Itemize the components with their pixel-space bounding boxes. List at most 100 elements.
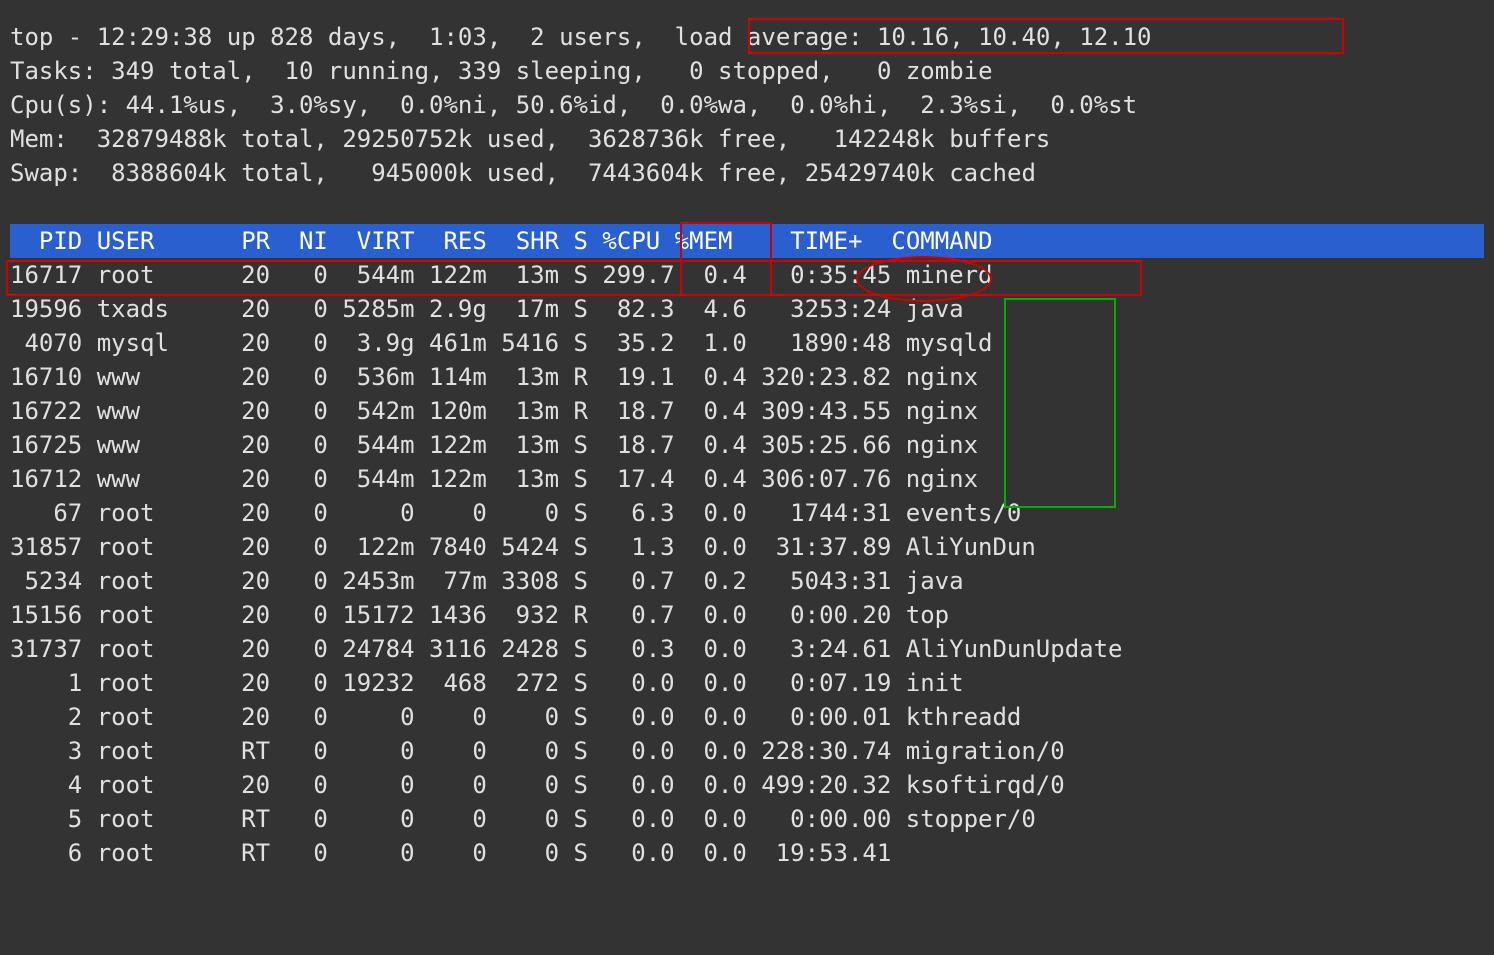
cell-state: R — [559, 360, 588, 394]
cell-pid: 5 — [10, 802, 82, 836]
cell-shr: 0 — [487, 836, 559, 870]
cell-command: nginx — [891, 360, 1122, 394]
cell-command: AliYunDunUpdate — [891, 632, 1122, 666]
cell-cpu: 1.3 — [588, 530, 675, 564]
cell-pr: RT — [227, 836, 270, 870]
cell-time: 309:43.55 — [747, 394, 891, 428]
cell-time: 1890:48 — [747, 326, 891, 360]
cell-pr: 20 — [227, 360, 270, 394]
cell-virt: 544m — [328, 462, 415, 496]
cell-ni: 0 — [270, 836, 328, 870]
process-row: 16722 www200542m120m13mR18.70.4309:43.55… — [10, 394, 1123, 428]
cell-time: 1744:31 — [747, 496, 891, 530]
cell-pr: 20 — [227, 292, 270, 326]
process-row: 2 root200000S0.00.00:00.01kthreadd — [10, 700, 1123, 734]
cell-user: root — [97, 598, 227, 632]
cell-command: java — [891, 564, 1122, 598]
process-row: 19596 txads2005285m2.9g17mS82.34.63253:2… — [10, 292, 1123, 326]
cell-command: minerd — [891, 258, 1122, 292]
cell-cpu: 0.7 — [588, 564, 675, 598]
cell-cpu: 19.1 — [588, 360, 675, 394]
cell-time: 0:00.00 — [747, 802, 891, 836]
cell-pid: 67 — [10, 496, 82, 530]
cell-ni: 0 — [270, 428, 328, 462]
cell-command: mysqld — [891, 326, 1122, 360]
cell-time: 0:07.19 — [747, 666, 891, 700]
cell-mem: 0.4 — [675, 428, 747, 462]
cell-mem: 1.0 — [675, 326, 747, 360]
cell-cpu: 0.0 — [588, 666, 675, 700]
cell-res: 0 — [415, 496, 487, 530]
cell-res: 122m — [415, 258, 487, 292]
cell-state: S — [559, 326, 588, 360]
cell-state: S — [559, 802, 588, 836]
cell-pid: 31737 — [10, 632, 82, 666]
cell-time: 228:30.74 — [747, 734, 891, 768]
cell-cpu: 35.2 — [588, 326, 675, 360]
cell-res: 122m — [415, 462, 487, 496]
process-table: 16717 root200544m122m13mS299.70.40:35:45… — [10, 258, 1123, 870]
cell-user: root — [97, 802, 227, 836]
cell-res: 114m — [415, 360, 487, 394]
cell-ni: 0 — [270, 734, 328, 768]
cell-state: R — [559, 598, 588, 632]
cell-user: root — [97, 700, 227, 734]
cell-state: S — [559, 462, 588, 496]
cell-user: www — [97, 428, 227, 462]
process-row: 5234 root2002453m77m3308S0.70.25043:31ja… — [10, 564, 1123, 598]
cell-pid: 16712 — [10, 462, 82, 496]
cell-virt: 3.9g — [328, 326, 415, 360]
cell-state: S — [559, 564, 588, 598]
cell-command: nginx — [891, 428, 1122, 462]
cell-shr: 0 — [487, 802, 559, 836]
cell-res: 0 — [415, 734, 487, 768]
process-row: 16712 www200544m122m13mS17.40.4306:07.76… — [10, 462, 1123, 496]
cell-mem: 0.2 — [675, 564, 747, 598]
cell-time: 306:07.76 — [747, 462, 891, 496]
cell-shr: 5416 — [487, 326, 559, 360]
cell-user: txads — [97, 292, 227, 326]
cell-shr: 0 — [487, 496, 559, 530]
cell-time: 0:00.20 — [747, 598, 891, 632]
cell-shr: 13m — [487, 462, 559, 496]
cell-shr: 0 — [487, 700, 559, 734]
cell-pid: 16710 — [10, 360, 82, 394]
cell-virt: 0 — [328, 768, 415, 802]
cell-pr: 20 — [227, 768, 270, 802]
cell-mem: 0.0 — [675, 802, 747, 836]
cell-cpu: 0.3 — [588, 632, 675, 666]
process-row: 4 root200000S0.00.0499:20.32ksoftirqd/0 — [10, 768, 1123, 802]
cell-user: www — [97, 462, 227, 496]
cell-pid: 19596 — [10, 292, 82, 326]
cell-time: 499:20.32 — [747, 768, 891, 802]
process-row: 5 rootRT0000S0.00.00:00.00stopper/0 — [10, 802, 1123, 836]
cell-pid: 4070 — [10, 326, 82, 360]
cell-user: root — [97, 564, 227, 598]
cell-command: events/0 — [891, 496, 1122, 530]
cell-ni: 0 — [270, 530, 328, 564]
cell-pr: 20 — [227, 564, 270, 598]
cell-mem: 0.0 — [675, 700, 747, 734]
cell-mem: 0.4 — [675, 258, 747, 292]
cell-ni: 0 — [270, 598, 328, 632]
cell-ni: 0 — [270, 326, 328, 360]
cell-mem: 0.0 — [675, 768, 747, 802]
cell-state: S — [559, 530, 588, 564]
cell-command: init — [891, 666, 1122, 700]
cell-user: root — [97, 836, 227, 870]
cell-pid: 16725 — [10, 428, 82, 462]
cell-time: 3:24.61 — [747, 632, 891, 666]
cell-shr: 17m — [487, 292, 559, 326]
cell-virt: 0 — [328, 802, 415, 836]
cell-command: stopper/0 — [891, 802, 1122, 836]
cell-mem: 0.4 — [675, 360, 747, 394]
cell-pid: 15156 — [10, 598, 82, 632]
cell-virt: 122m — [328, 530, 415, 564]
top-summary: top - 12:29:38 up 828 days, 1:03, 2 user… — [10, 20, 1484, 190]
cell-pr: 20 — [227, 496, 270, 530]
cell-res: 3116 — [415, 632, 487, 666]
cell-cpu: 299.7 — [588, 258, 675, 292]
cell-pid: 5234 — [10, 564, 82, 598]
cell-pr: 20 — [227, 598, 270, 632]
cell-pid: 1 — [10, 666, 82, 700]
